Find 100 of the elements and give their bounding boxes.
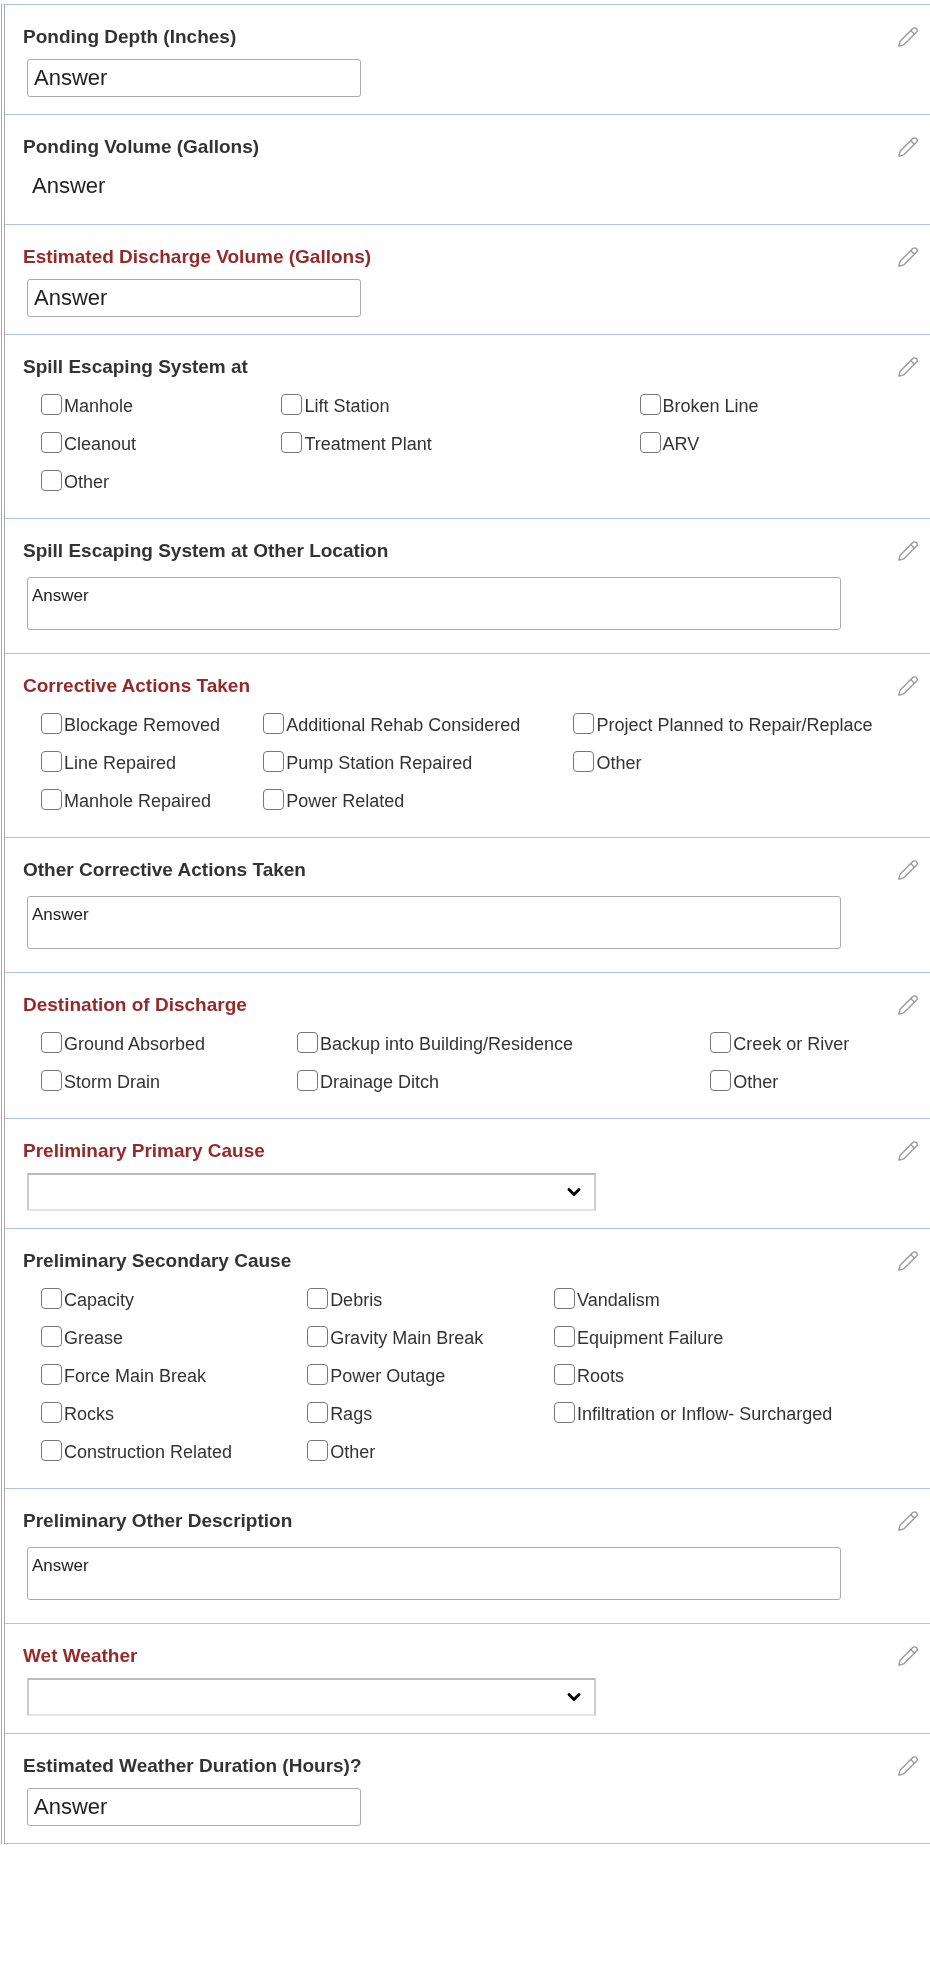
checkbox[interactable]: [41, 1070, 62, 1091]
checkbox[interactable]: [41, 470, 62, 491]
checkbox-label: Creek or River: [733, 1034, 850, 1054]
checkbox[interactable]: [263, 713, 285, 734]
answer-field[interactable]: Answer: [27, 59, 361, 97]
checkbox-label: Manhole Repaired: [64, 791, 212, 811]
checkbox[interactable]: [573, 713, 595, 734]
pencil-icon[interactable]: [897, 1510, 919, 1532]
checkbox[interactable]: [307, 1326, 329, 1347]
checkbox-label: Other: [596, 753, 642, 773]
checkbox[interactable]: [41, 789, 62, 810]
question-title: Destination of Discharge: [23, 993, 247, 1017]
pencil-icon[interactable]: [897, 356, 919, 378]
checkbox-label: Infiltration or Inflow- Surcharged: [577, 1404, 833, 1424]
checkbox[interactable]: [573, 751, 595, 772]
checkbox[interactable]: [639, 432, 661, 453]
checkbox-label: Lift Station: [304, 396, 390, 416]
checkbox-label: Capacity: [64, 1290, 135, 1310]
answer-field[interactable]: Answer: [27, 1788, 361, 1826]
checkbox[interactable]: [263, 751, 285, 772]
checkbox-label: Treatment Plant: [304, 434, 432, 454]
answer-field[interactable]: Answer: [27, 279, 361, 317]
checkbox[interactable]: [307, 1402, 329, 1423]
checkbox[interactable]: [554, 1402, 576, 1423]
checkbox-label: Debris: [330, 1290, 383, 1310]
checkbox[interactable]: [41, 432, 62, 453]
checkbox-label: Force Main Break: [64, 1366, 207, 1386]
checkbox[interactable]: [281, 394, 303, 415]
checkbox-label: Ground Absorbed: [64, 1034, 206, 1054]
pencil-icon[interactable]: [897, 540, 919, 562]
checkbox-label: Other: [64, 472, 110, 492]
question-title: Preliminary Secondary Cause: [23, 1249, 292, 1273]
question-title: Other Corrective Actions Taken: [23, 858, 306, 882]
question-title: Wet Weather: [23, 1644, 138, 1668]
checkbox[interactable]: [41, 1032, 62, 1053]
answer-field[interactable]: Answer: [27, 577, 841, 630]
checkbox[interactable]: [307, 1364, 329, 1385]
checkbox-label: Other: [733, 1072, 779, 1092]
pencil-icon[interactable]: [897, 26, 919, 48]
pencil-icon[interactable]: [897, 1140, 919, 1162]
question-title: Preliminary Primary Cause: [23, 1139, 265, 1163]
pencil-icon[interactable]: [897, 859, 919, 881]
checkbox-label: Manhole: [64, 396, 134, 416]
checkbox[interactable]: [307, 1288, 329, 1309]
pencil-icon[interactable]: [897, 994, 919, 1016]
pencil-icon[interactable]: [897, 246, 919, 268]
checkbox[interactable]: [554, 1326, 576, 1347]
checkbox[interactable]: [554, 1288, 576, 1309]
pencil-icon[interactable]: [897, 1250, 919, 1272]
checkbox[interactable]: [710, 1032, 732, 1053]
checkbox-label: Vandalism: [577, 1290, 660, 1310]
question-title: Estimated Discharge Volume (Gallons): [23, 245, 372, 269]
answer-field[interactable]: Answer: [27, 1547, 841, 1600]
checkbox[interactable]: [41, 1440, 62, 1461]
pencil-icon[interactable]: [897, 675, 919, 697]
checkbox-label: Power Related: [286, 791, 405, 811]
dropdown-field[interactable]: [27, 1678, 596, 1716]
checkbox-label: Line Repaired: [64, 753, 177, 773]
checkbox[interactable]: [639, 394, 661, 415]
checkbox[interactable]: [41, 1288, 62, 1309]
question-title: Ponding Volume (Gallons): [23, 135, 260, 159]
checkbox-label: Project Planned to Repair/Replace: [596, 715, 873, 735]
checkbox[interactable]: [307, 1440, 329, 1461]
checkbox-label: Backup into Building/Residence: [319, 1034, 574, 1054]
answer-text: Answer: [32, 172, 107, 200]
checkbox[interactable]: [296, 1032, 318, 1053]
checkbox[interactable]: [41, 394, 62, 415]
checkbox-label: ARV: [662, 434, 700, 454]
checkbox-label: Power Outage: [330, 1366, 446, 1386]
dropdown-field[interactable]: [27, 1173, 596, 1211]
question-title: Spill Escaping System at Other Location: [23, 539, 389, 563]
checkbox-label: Rocks: [64, 1404, 114, 1424]
question-title: Corrective Actions Taken: [23, 674, 251, 698]
checkbox[interactable]: [41, 713, 62, 734]
checkbox[interactable]: [296, 1070, 318, 1091]
pencil-icon[interactable]: [897, 1755, 919, 1777]
checkbox-label: Construction Related: [64, 1442, 233, 1462]
checkbox[interactable]: [41, 751, 62, 772]
pencil-icon[interactable]: [897, 136, 919, 158]
checkbox-label: Cleanout: [64, 434, 137, 454]
answer-field[interactable]: Answer: [27, 896, 841, 949]
pencil-icon[interactable]: [897, 1645, 919, 1667]
checkbox[interactable]: [554, 1364, 576, 1385]
checkbox[interactable]: [41, 1402, 62, 1423]
checkbox-label: Additional Rehab Considered: [286, 715, 521, 735]
checkbox-label: Broken Line: [662, 396, 759, 416]
checkbox-label: Rags: [330, 1404, 373, 1424]
checkbox-label: Drainage Ditch: [319, 1072, 439, 1092]
question-title: Preliminary Other Description: [23, 1509, 293, 1533]
question-title: Ponding Depth (Inches): [23, 25, 237, 49]
checkbox-label: Blockage Removed: [64, 715, 221, 735]
checkbox[interactable]: [41, 1326, 62, 1347]
checkbox-label: Other: [330, 1442, 376, 1462]
question-title: Estimated Weather Duration (Hours)?: [23, 1754, 362, 1778]
checkbox[interactable]: [281, 432, 303, 453]
checkbox-label: Pump Station Repaired: [286, 753, 473, 773]
checkbox[interactable]: [710, 1070, 732, 1091]
checkbox[interactable]: [263, 789, 285, 810]
checkbox[interactable]: [41, 1364, 62, 1385]
question-title: Spill Escaping System at: [23, 355, 248, 379]
